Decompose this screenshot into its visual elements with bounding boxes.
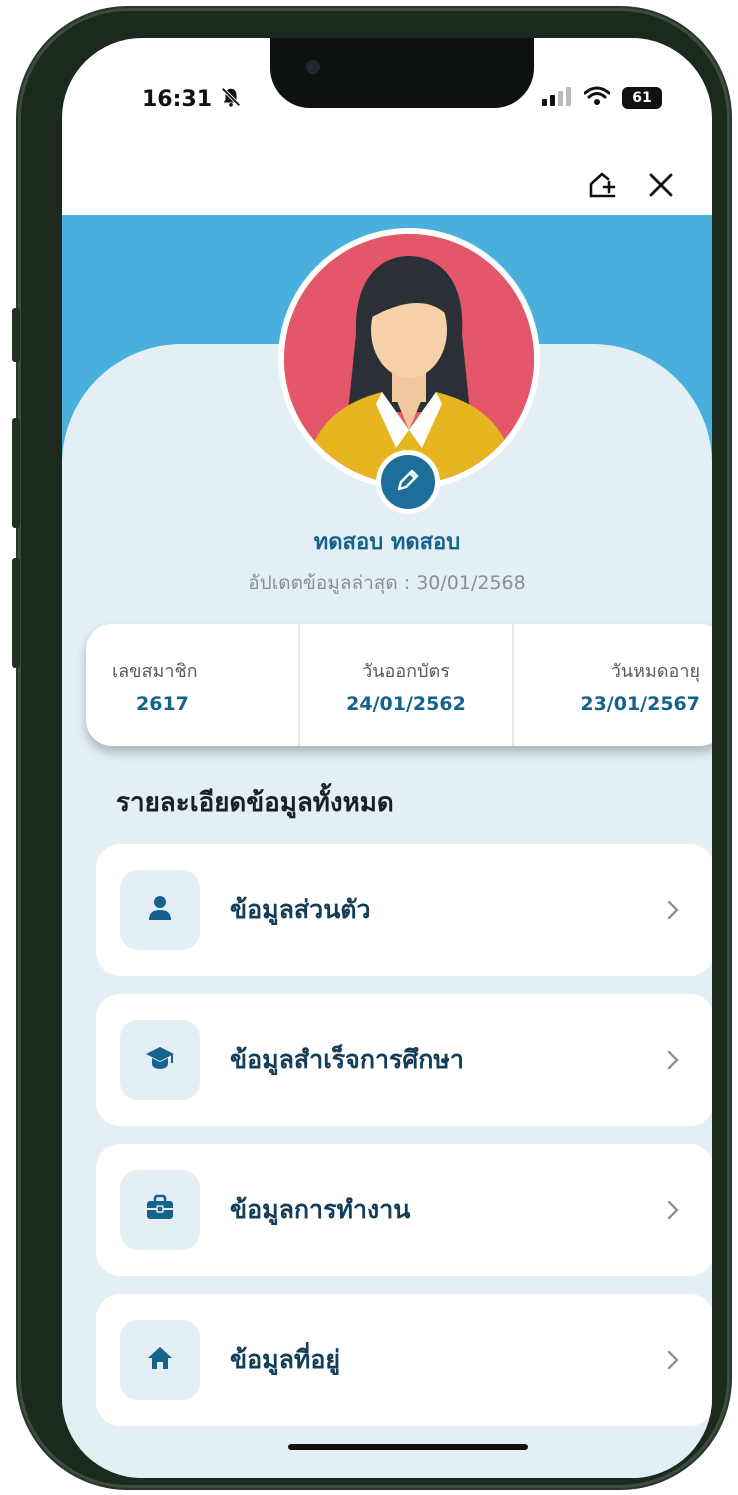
section-title: รายละเอียดข้อมูลทั้งหมด <box>116 788 394 818</box>
member-number-value: 2617 <box>136 692 189 715</box>
home-indicator[interactable] <box>288 1444 528 1450</box>
chevron-right-icon <box>666 1049 680 1071</box>
top-actions <box>588 170 676 200</box>
bell-muted-icon <box>220 86 242 114</box>
last-updated-text: อัปเดตข้อมูลล่าสุด : 30/01/2568 <box>248 572 526 594</box>
edit-profile-button[interactable] <box>376 450 440 514</box>
chevron-right-icon <box>666 899 680 921</box>
menu-label-work-info: ข้อมูลการทำงาน <box>230 1195 411 1224</box>
volume-down-button <box>12 558 20 668</box>
avatar-illustration <box>284 234 534 484</box>
pencil-icon <box>395 467 421 497</box>
member-number-col: เลขสมาชิก 2617 <box>86 624 298 746</box>
member-number-label: เลขสมาชิก <box>112 660 198 682</box>
menu-label-personal-info: ข้อมูลส่วนตัว <box>230 895 371 924</box>
menu-label-address-info: ข้อมูลที่อยู่ <box>230 1345 341 1374</box>
close-icon[interactable] <box>646 170 676 200</box>
menu-item-education-info[interactable]: ข้อมูลสำเร็จการศึกษา <box>96 994 712 1126</box>
briefcase-icon <box>145 1194 175 1226</box>
graduation-cap-icon <box>145 1044 175 1076</box>
status-indicators: 61 <box>542 86 662 110</box>
expiry-date-label: วันหมดอายุ <box>610 660 700 682</box>
home-icon <box>146 1344 174 1376</box>
issue-date-value: 24/01/2562 <box>346 692 466 715</box>
menu-icon-box <box>120 870 200 950</box>
member-info-card: เลขสมาชิก 2617 วันออกบัตร 24/01/2562 วัน… <box>86 624 712 746</box>
notch <box>270 38 534 108</box>
mute-switch <box>12 308 20 362</box>
menu-item-personal-info[interactable]: ข้อมูลส่วนตัว <box>96 844 712 976</box>
menu-item-address-info[interactable]: ข้อมูลที่อยู่ <box>96 1294 712 1426</box>
battery-indicator: 61 <box>622 87 662 109</box>
profile-name: ทดสอบ ทดสอบ <box>313 530 461 555</box>
wifi-icon <box>583 86 611 110</box>
screen: 16:31 61 ทดสอบ ทดสอบ อัปเดตข้อมูลล่าสุด … <box>62 38 712 1478</box>
menu-item-work-info[interactable]: ข้อมูลการทำงาน <box>96 1144 712 1276</box>
expiry-date-col: วันหมดอายุ 23/01/2567 <box>512 624 712 746</box>
camera <box>306 60 320 74</box>
menu-icon-box <box>120 1170 200 1250</box>
battery-level: 61 <box>632 90 652 106</box>
person-icon <box>146 894 174 926</box>
issue-date-label: วันออกบัตร <box>362 660 450 682</box>
menu-icon-box <box>120 1320 200 1400</box>
add-to-home-icon[interactable] <box>588 170 618 200</box>
menu-label-education-info: ข้อมูลสำเร็จการศึกษา <box>230 1045 464 1074</box>
menu-icon-box <box>120 1020 200 1100</box>
phone-frame: 16:31 61 ทดสอบ ทดสอบ อัปเดตข้อมูลล่าสุด … <box>12 8 730 1488</box>
cellular-signal-icon <box>542 86 572 110</box>
status-time-text: 16:31 <box>142 87 213 112</box>
status-time: 16:31 <box>142 86 242 114</box>
volume-up-button <box>12 418 20 528</box>
expiry-date-value: 23/01/2567 <box>580 692 700 715</box>
chevron-right-icon <box>666 1199 680 1221</box>
chevron-right-icon <box>666 1349 680 1371</box>
issue-date-col: วันออกบัตร 24/01/2562 <box>298 624 512 746</box>
